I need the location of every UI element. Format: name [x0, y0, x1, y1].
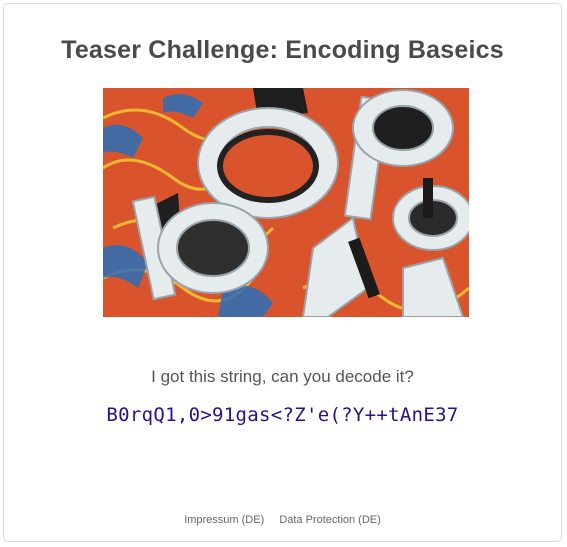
footer: Impressum (DE) Data Protection (DE)	[4, 514, 561, 526]
data-protection-link[interactable]: Data Protection (DE)	[279, 514, 380, 526]
page-title: Teaser Challenge: Encoding Baseics	[61, 36, 504, 64]
encoded-string: B0rqQ1,0>91gas<?Z'e(?Y++tAnE37	[106, 404, 459, 426]
challenge-question: I got this string, can you decode it?	[151, 367, 414, 386]
impressum-link[interactable]: Impressum (DE)	[184, 514, 264, 526]
hero-image	[103, 88, 469, 317]
challenge-card: Teaser Challenge: Encoding Baseics I got…	[3, 3, 562, 542]
